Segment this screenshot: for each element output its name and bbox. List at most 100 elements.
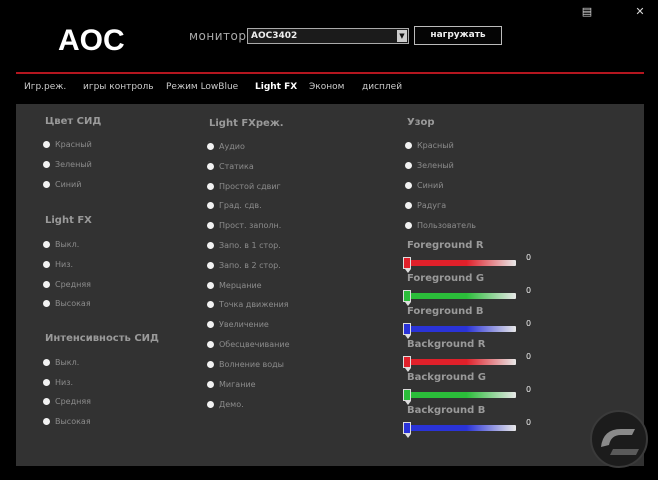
radio-icon xyxy=(43,359,50,366)
background-r-track[interactable] xyxy=(406,359,516,365)
load-button[interactable]: нагружать xyxy=(414,26,502,45)
led-color-title: Цвет СИД xyxy=(45,116,102,127)
radio-label: Высокая xyxy=(55,417,91,426)
radio-icon xyxy=(207,321,214,328)
radio-icon xyxy=(207,341,214,348)
radio-icon xyxy=(207,401,214,408)
background-b-value: 0 xyxy=(526,418,532,427)
radio-label: Средняя xyxy=(55,397,91,406)
watermark-logo xyxy=(590,410,648,468)
radio-label: Красный xyxy=(417,141,454,150)
radio-label: Точка движения xyxy=(219,300,289,309)
radio-icon xyxy=(207,262,214,269)
radio-label: Зеленый xyxy=(55,160,92,169)
tab-light-fx[interactable]: Light FX xyxy=(255,82,297,92)
radio-icon xyxy=(43,379,50,386)
radio-icon xyxy=(43,300,50,307)
radio-label: Град. сдв. xyxy=(219,201,262,210)
foreground-b-value: 0 xyxy=(526,319,532,328)
led-intensity-title: Интенсивность СИД xyxy=(45,333,159,344)
foreground-g-handle[interactable] xyxy=(403,290,411,306)
radio-label: Выкл. xyxy=(55,240,80,249)
foreground-r-track[interactable] xyxy=(406,260,516,266)
radio-icon xyxy=(207,361,214,368)
radio-label: Запо. в 1 стор. xyxy=(219,241,281,250)
radio-label: Пользователь xyxy=(417,221,476,230)
radio-label: Выкл. xyxy=(55,358,80,367)
foreground-r-value: 0 xyxy=(526,253,532,262)
background-r-handle[interactable] xyxy=(403,356,411,372)
light-fx-mode-title: Light FXреж. xyxy=(209,118,284,129)
radio-label: Средняя xyxy=(55,280,91,289)
background-r-label: Background R xyxy=(407,339,486,350)
radio-icon xyxy=(43,241,50,248)
foreground-b-handle[interactable] xyxy=(403,323,411,339)
background-g-track[interactable] xyxy=(406,392,516,398)
radio-icon xyxy=(207,143,214,150)
header-divider xyxy=(16,72,644,74)
radio-label: Статика xyxy=(219,162,254,171)
monitor-label: монитор xyxy=(189,29,247,43)
radio-label: Мигание xyxy=(219,380,256,389)
chat-icon[interactable]: ▤ xyxy=(580,5,594,19)
radio-icon xyxy=(405,182,412,189)
radio-label: Прост. заполн. xyxy=(219,221,282,230)
radio-label: Радуга xyxy=(417,201,447,210)
radio-icon xyxy=(43,281,50,288)
radio-icon xyxy=(207,282,214,289)
monitor-select-value: AOC3402 xyxy=(251,31,298,41)
radio-icon xyxy=(43,141,50,148)
radio-icon xyxy=(405,142,412,149)
radio-icon xyxy=(207,163,214,170)
radio-icon xyxy=(207,242,214,249)
radio-label: Зеленый xyxy=(417,161,454,170)
foreground-r-label: Foreground R xyxy=(407,240,484,251)
tab-eco[interactable]: Эконом xyxy=(309,82,344,92)
tab-display[interactable]: дисплей xyxy=(362,82,402,92)
svg-text:AOC: AOC xyxy=(58,24,125,54)
foreground-b-track[interactable] xyxy=(406,326,516,332)
radio-label: Высокая xyxy=(55,299,91,308)
radio-label: Красный xyxy=(55,140,92,149)
background-b-handle[interactable] xyxy=(403,422,411,438)
foreground-g-track[interactable] xyxy=(406,293,516,299)
radio-icon xyxy=(43,261,50,268)
close-icon[interactable]: ✕ xyxy=(633,5,647,19)
radio-label: Обесцвечивание xyxy=(219,340,290,349)
background-g-label: Background G xyxy=(407,372,486,383)
foreground-g-label: Foreground G xyxy=(407,273,485,284)
radio-icon xyxy=(43,181,50,188)
pattern-title: Узор xyxy=(407,117,435,128)
background-g-value: 0 xyxy=(526,385,532,394)
radio-icon xyxy=(207,301,214,308)
radio-label: Увеличение xyxy=(219,320,269,329)
radio-label: Синий xyxy=(55,180,82,189)
radio-icon xyxy=(207,222,214,229)
radio-label: Синий xyxy=(417,181,444,190)
radio-label: Волнение воды xyxy=(219,360,284,369)
background-r-value: 0 xyxy=(526,352,532,361)
aoc-logo: AOC xyxy=(58,24,125,54)
radio-label: Низ. xyxy=(55,378,74,387)
radio-label: Простой сдвиг xyxy=(219,182,281,191)
light-fx-title: Light FX xyxy=(45,215,92,226)
radio-label: Низ. xyxy=(55,260,74,269)
monitor-select[interactable]: AOC3402 ▼ xyxy=(247,28,409,44)
background-b-track[interactable] xyxy=(406,425,516,431)
tab-game-control[interactable]: игры контроль xyxy=(83,82,154,92)
radio-label: Мерцание xyxy=(219,281,262,290)
radio-icon xyxy=(207,202,214,209)
background-g-handle[interactable] xyxy=(403,389,411,405)
radio-icon xyxy=(207,183,214,190)
radio-label: Запо. в 2 стор. xyxy=(219,261,281,270)
tab-lowblue[interactable]: Режим LowBlue xyxy=(166,82,238,92)
tab-game-mode[interactable]: Игр.реж. xyxy=(24,82,66,92)
foreground-r-handle[interactable] xyxy=(403,257,411,273)
foreground-g-value: 0 xyxy=(526,286,532,295)
radio-icon xyxy=(43,161,50,168)
radio-icon xyxy=(207,381,214,388)
light-fx-panel xyxy=(16,104,644,466)
radio-label: Демо. xyxy=(219,400,244,409)
radio-icon xyxy=(43,398,50,405)
chevron-down-icon[interactable]: ▼ xyxy=(397,30,407,42)
